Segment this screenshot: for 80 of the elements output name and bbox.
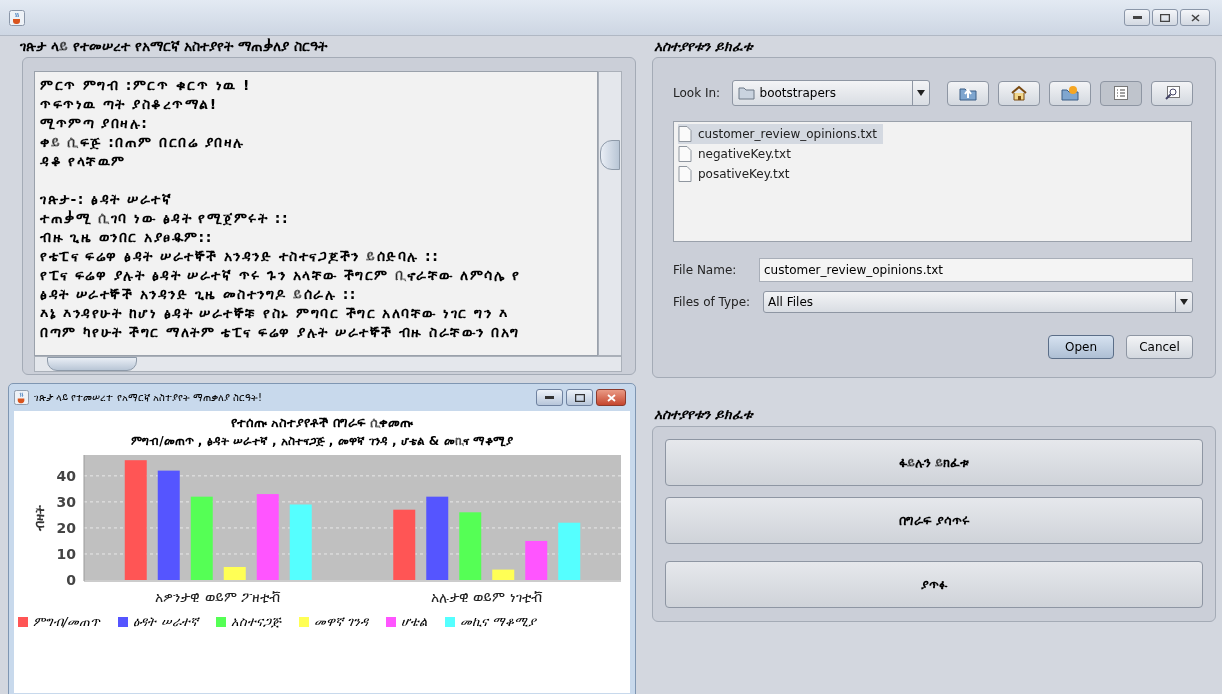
text-line: ዳቆ የላቸዉም (40, 152, 127, 171)
look-in-dropdown[interactable]: bootstrapers (731, 80, 930, 106)
new-folder-button[interactable] (1049, 80, 1091, 106)
minimize-icon (1132, 16, 1142, 19)
java-cup-icon (14, 390, 29, 405)
window-title: ገጽታ ላይ የተመሠረተ የአማርኛ አስተያየት ማጠቃለያ ስርዓት! (34, 391, 263, 405)
look-in-label: Look In: (673, 85, 722, 102)
cancel-button[interactable]: Cancel (1126, 335, 1193, 359)
panel-title: አስተያየቱን ይክፈቱ (654, 405, 755, 423)
action-button[interactable]: ፋይሉን ይክፈቱ (665, 439, 1203, 486)
close-icon (1190, 13, 1200, 22)
minimize-button[interactable] (536, 389, 563, 406)
file-item[interactable]: posativeKey.txt (678, 164, 796, 184)
folder-icon (737, 86, 755, 100)
axis-tick-label: 40 (56, 467, 76, 484)
minimize-button[interactable] (1124, 9, 1150, 26)
action-button[interactable]: ያጥፉ (665, 561, 1203, 608)
text-line: በጣም ካየሁት ችግር ማለትም ቴፒና ፍሬዋ ያሉት ሠራተኞች ብዙ ስራቸውን በአግ (40, 323, 521, 342)
legend-label: ፅዳት ሠራተኛ (133, 613, 198, 631)
file-name-field[interactable]: customer_review_opinions.txt (759, 258, 1193, 282)
horizontal-scrollbar[interactable] (34, 356, 622, 372)
file-item[interactable]: customer_review_opinions.txt (678, 124, 883, 144)
maximize-icon (1160, 13, 1170, 22)
text-line: ብዙ ጊዜ ወንበር አያፀዱም:: (40, 228, 214, 247)
file-icon (678, 166, 692, 182)
legend-label: መኪና ማቆሚያ (459, 613, 536, 631)
file-icon (678, 146, 692, 162)
legend-label: መዋኛ ገንዳ (313, 613, 368, 631)
legend-label: ምግብ/መጠጥ (33, 613, 101, 631)
text-line: ምርጥ ምግብ :ምርጥ ቁርጥ ነዉ ! (40, 76, 252, 95)
close-button[interactable] (596, 389, 626, 406)
vertical-scrollbar[interactable] (598, 71, 622, 356)
list-icon (1114, 86, 1128, 100)
axis-title: ብዛት (32, 504, 47, 531)
file-icon (678, 126, 692, 142)
action-button[interactable]: በግራፍ ያሳጥሩ (665, 497, 1203, 544)
folder-up-arrow-icon (959, 85, 977, 101)
list-view-button[interactable] (1100, 80, 1142, 106)
caret-icon (1180, 299, 1188, 305)
axis-tick-label: 10 (56, 545, 76, 562)
caret-icon (917, 90, 925, 96)
legend-label: ሆቴል (400, 613, 427, 631)
close-button[interactable] (1180, 9, 1210, 26)
file-item[interactable]: negativeKey.txt (678, 144, 797, 164)
java-cup-icon (9, 9, 25, 26)
panel-title: አስተያየቱን ይክፈቱ (654, 37, 755, 56)
home-button[interactable] (998, 80, 1040, 106)
legend-label: አስተናጋጅ (230, 613, 281, 631)
text-line: የቴፒና ፍሬዋ ፅዳት ሠራተኞች አንዳንድ ተስተናጋጆችን ይሰድባሉ :: (40, 247, 441, 266)
axis-tick-label: 30 (56, 493, 76, 510)
minimize-icon (545, 396, 554, 399)
details-view-button[interactable] (1151, 80, 1193, 106)
scroll-thumb[interactable] (600, 140, 620, 170)
chart-subtitle: ምግብ/መጠጥ , ፅዳት ሠራተኛ , አስተናጋጅ , መዋኛ ገንዳ , ሆቴል & መኪና ማቆሚያ (130, 433, 514, 450)
up-folder-button[interactable] (947, 80, 989, 106)
panel-title: ገጽታ ላይ የተመሠረተ የአማርኛ አስተያየት ማጠቃለያ ስርዓት (20, 37, 329, 56)
text-line: እኔ እንዳየሁት ከሆነ ፅዳት ሠራተኞቹ የስኑ ምግባር ችግር አለባቸው ነገር ግን እ (40, 304, 510, 323)
text-line: ገጽታ-: ፅዳት ሠራተኛ (40, 190, 174, 209)
category-label: አዎንታዊ ወይም ፖዘቲቭ (155, 589, 282, 605)
maximize-button[interactable] (1152, 9, 1178, 26)
close-icon (606, 393, 616, 402)
category-label: አሉታዊ ወይም ነገቲቭ (430, 589, 543, 605)
axis-tick-label: 0 (66, 572, 76, 588)
scroll-thumb[interactable] (47, 357, 137, 371)
text-line: ሚጥምጣ ያበዛሉ: (40, 114, 150, 133)
text-line: ተጠቃሚ ሲገባ ነው ፅዳት የሚጀምሩት :: (40, 209, 291, 228)
maximize-icon (574, 393, 585, 402)
axis-tick-label: 20 (56, 519, 76, 536)
text-line: ቀይ ሲፍጅ :በጠም በርበሬ ያበዛሉ (40, 133, 246, 152)
text-line: ጥፍጥነዉ ጣት ያስቆረጥማል! (40, 95, 219, 114)
maximize-button[interactable] (566, 389, 593, 406)
magnifier-icon (1164, 86, 1180, 100)
chart-title: የተሰጡ አስተያየቶች በግራፍ ሲቀመጡ (229, 414, 415, 432)
file-type-label: Files of Type: (673, 294, 752, 311)
home-icon (1010, 85, 1028, 101)
text-line: ፅዳት ሠራተኞች አንዳንድ ጊዜ መስተንግዶ ይሰራሉ :: (40, 285, 358, 304)
text-line: የፒና ፍሬዋ ያሉት ፅዳት ሠራተኛ ጥሩ ጉን አላቸው ችግርም ቢኖራቸው ለምሳሌ የ (40, 266, 522, 285)
open-button[interactable]: Open (1048, 335, 1114, 359)
file-type-dropdown[interactable]: All Files (763, 291, 1193, 313)
file-name-label: File Name: (673, 262, 738, 279)
